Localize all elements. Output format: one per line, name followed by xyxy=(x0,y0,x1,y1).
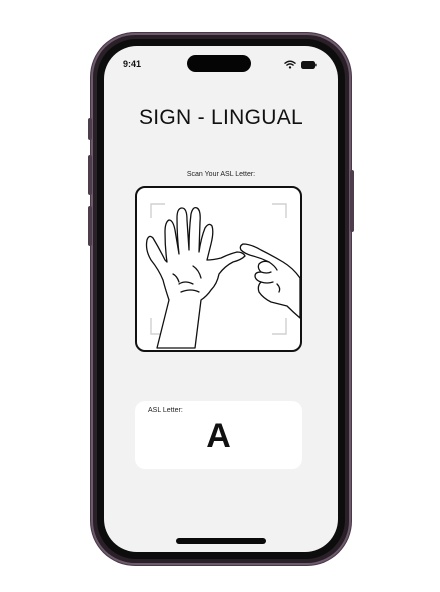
action-button xyxy=(88,118,92,140)
screen: 9:41 SIGN - LINGUAL Scan Your ASL Letter… xyxy=(104,46,338,552)
dynamic-island xyxy=(187,55,251,72)
volume-down-button xyxy=(88,206,92,246)
home-indicator[interactable] xyxy=(176,538,266,544)
status-time: 9:41 xyxy=(123,59,142,69)
scan-camera-view[interactable] xyxy=(135,186,302,352)
volume-up-button xyxy=(88,155,92,195)
result-letter: A xyxy=(206,417,231,455)
battery-icon xyxy=(301,61,317,69)
result-card: ASL Letter: A xyxy=(135,401,302,469)
stage: 9:41 SIGN - LINGUAL Scan Your ASL Letter… xyxy=(0,0,440,592)
wifi-icon xyxy=(284,60,296,69)
scan-prompt: Scan Your ASL Letter: xyxy=(186,171,256,178)
power-button xyxy=(350,170,354,232)
result-label: ASL Letter: xyxy=(148,407,183,414)
app-title: SIGN - LINGUAL xyxy=(138,106,304,129)
hand-sign-illustration xyxy=(145,203,300,349)
